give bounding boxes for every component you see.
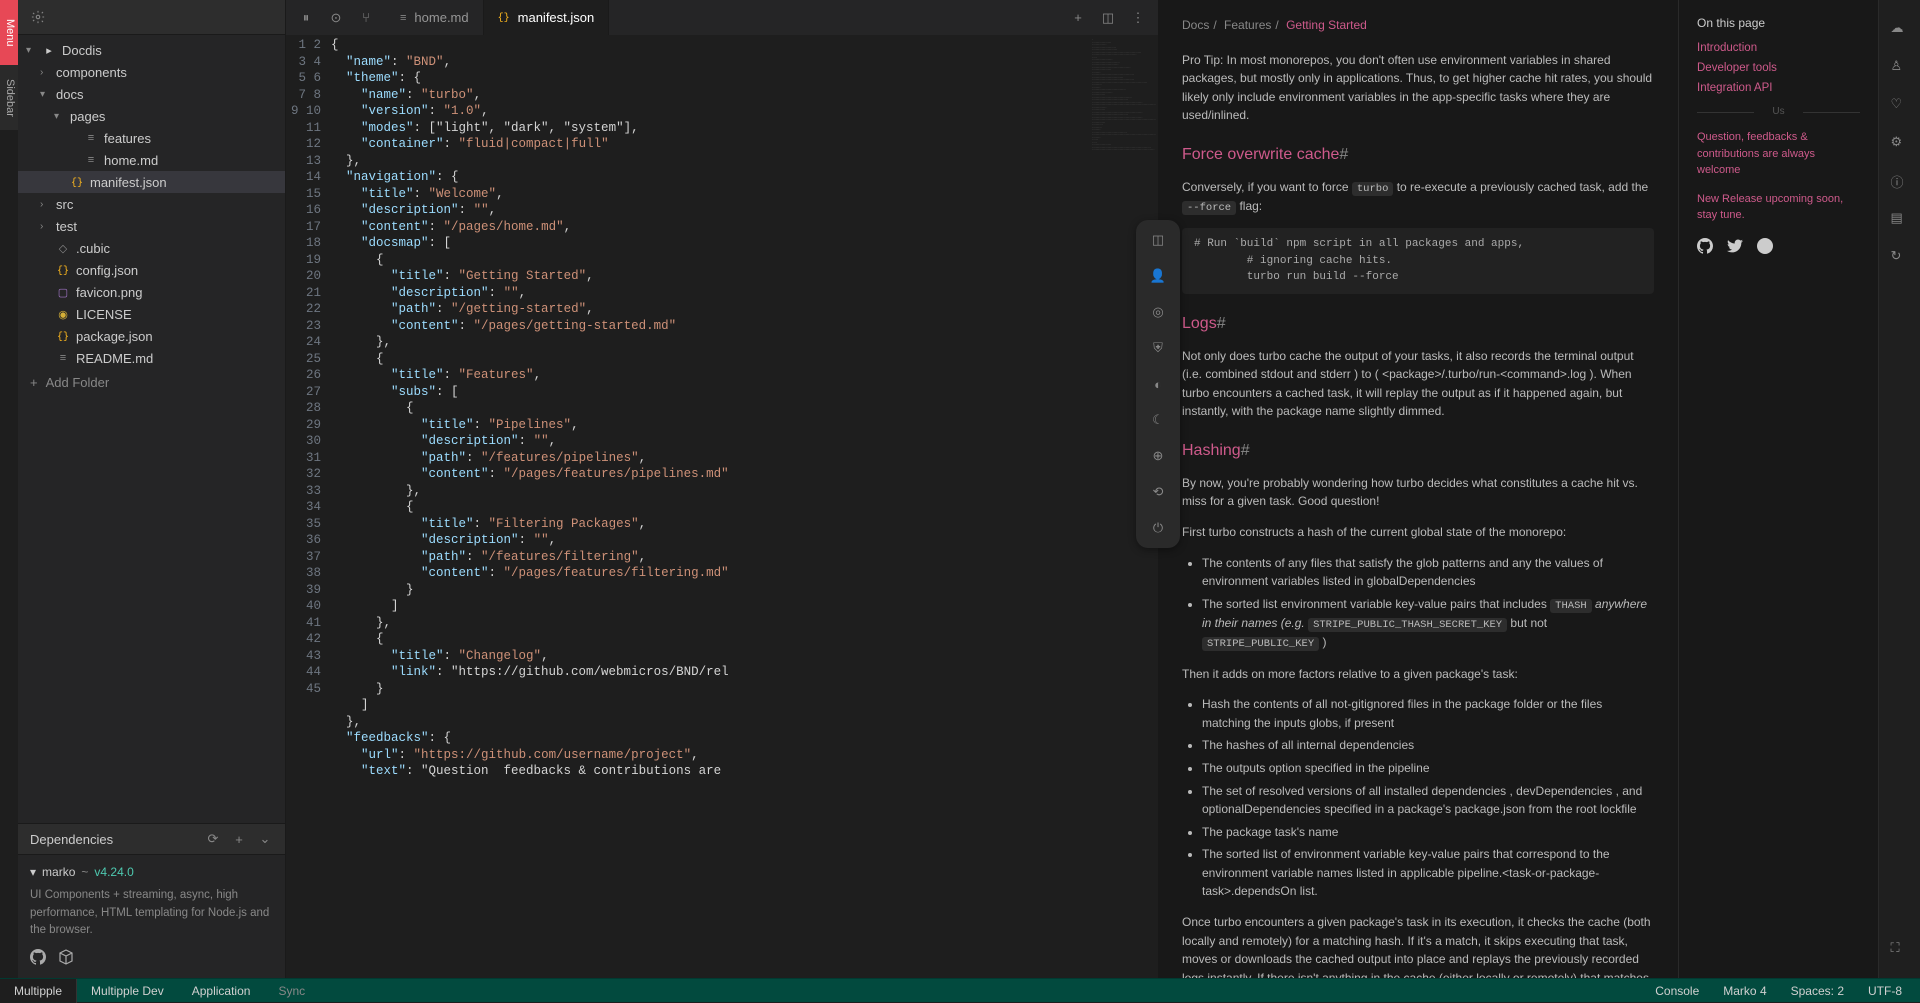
table-of-contents: On this page Introduction Developer tool… (1678, 0, 1878, 978)
protip-text: Pro Tip: In most monorepos, you don't of… (1182, 51, 1654, 125)
code-sample: # Run `build` npm script in all packages… (1182, 228, 1654, 294)
cloud-icon[interactable]: ☁ (1891, 20, 1909, 38)
tree-readme[interactable]: README.md (18, 347, 285, 369)
power-icon[interactable]: ⏻ (1148, 518, 1168, 538)
settings-icon[interactable]: ⚙ (1891, 134, 1909, 152)
tree-license[interactable]: LICENSE (18, 303, 285, 325)
github-icon[interactable] (30, 949, 46, 968)
palette-icon[interactable]: ◐ (1148, 374, 1168, 394)
info-icon[interactable]: ⓘ (1891, 172, 1909, 190)
toc-devtools[interactable]: Developer tools (1697, 62, 1860, 74)
tree-manifest[interactable]: manifest.json (18, 171, 285, 193)
tab-home[interactable]: home.md (386, 0, 484, 35)
heading-hashing: Hashing# (1182, 439, 1654, 464)
more-icon[interactable]: ⋮ (1130, 10, 1146, 26)
bell-icon[interactable]: ♡ (1891, 96, 1909, 114)
toc-intro[interactable]: Introduction (1697, 42, 1860, 54)
tree-src[interactable]: ›src (18, 193, 285, 215)
profile-icon[interactable]: ♙ (1891, 58, 1909, 76)
split-icon[interactable]: ◫ (1100, 10, 1116, 26)
tree-features[interactable]: features (18, 127, 285, 149)
heading-logs: Logs# (1182, 312, 1654, 337)
twitter-icon[interactable] (1727, 238, 1743, 257)
tree-docs[interactable]: ▾docs (18, 83, 285, 105)
branch-icon[interactable]: ⑂ (358, 10, 374, 26)
moon-icon[interactable]: ☾ (1148, 410, 1168, 430)
heading-force: Force overwrite cache# (1182, 143, 1654, 168)
gear-icon[interactable] (30, 9, 46, 25)
tree-favicon[interactable]: favicon.png (18, 281, 285, 303)
globe-icon[interactable]: ⊕ (1148, 446, 1168, 466)
deps-title: Dependencies (30, 832, 113, 847)
tree-package[interactable]: package.json (18, 325, 285, 347)
commit-icon[interactable]: ⊙ (328, 10, 344, 26)
sb-spaces[interactable]: Spaces: 2 (1791, 984, 1844, 998)
tree-pages[interactable]: ▾pages (18, 105, 285, 127)
tab-manifest[interactable]: manifest.json (484, 0, 610, 35)
sb-marko[interactable]: Marko 4 (1723, 984, 1766, 998)
toc-intapi[interactable]: Integration API (1697, 82, 1860, 94)
refresh-icon[interactable]: ⟳ (205, 831, 221, 847)
clipboard-icon[interactable]: ▤ (1891, 210, 1909, 228)
sb-dev[interactable]: Multipple Dev (77, 979, 178, 1003)
tree-home-md[interactable]: home.md (18, 149, 285, 171)
expand-icon[interactable]: ⛶ (1891, 940, 1909, 958)
sb-app[interactable]: Application (178, 979, 265, 1003)
dependency-item[interactable]: ▾ marko ~ v4.24.0 (30, 865, 273, 879)
right-rail: ☁ ♙ ♡ ⚙ ⓘ ▤ ↻ ⛶ (1878, 0, 1920, 978)
tree-cubic[interactable]: .cubic (18, 237, 285, 259)
tree-root[interactable]: ▾▸Docdis (18, 39, 285, 61)
statusbar: Multipple Multipple Dev Application Sync… (0, 978, 1920, 1002)
target-icon[interactable]: ◎ (1148, 302, 1168, 322)
add-folder-button[interactable]: +Add Folder (18, 369, 285, 400)
dep-description: UI Components + streaming, async, high p… (30, 887, 273, 939)
sb-sync[interactable]: Sync (264, 979, 319, 1003)
plus-icon[interactable]: + (231, 831, 247, 847)
history-icon[interactable]: ↻ (1891, 248, 1909, 266)
preview-pane: Docs/ Features/ Getting Started Pro Tip:… (1158, 0, 1678, 978)
code-editor[interactable]: { "name": "BND", "theme": { "name": "tur… (331, 35, 1088, 978)
tree-test[interactable]: ›test (18, 215, 285, 237)
panel-icon[interactable]: ◫ (1148, 230, 1168, 250)
tree-components[interactable]: ›components (18, 61, 285, 83)
left-tab-menu[interactable]: Menu (0, 0, 18, 65)
shield-icon[interactable]: ⛨ (1148, 338, 1168, 358)
user-icon[interactable]: 👤 (1148, 266, 1168, 286)
chevron-down-icon[interactable]: ⌄ (257, 831, 273, 847)
sync-icon[interactable]: ⟲ (1148, 482, 1168, 502)
sb-multipple[interactable]: Multipple (0, 979, 77, 1003)
new-tab-icon[interactable]: + (1070, 10, 1086, 26)
github-icon[interactable] (1697, 238, 1713, 257)
project-name: Docdis (62, 43, 102, 58)
floating-toolbar: ◫ 👤 ◎ ⛨ ◐ ☾ ⊕ ⟲ ⏻ (1136, 220, 1180, 548)
line-gutter: 1 2 3 4 5 6 7 8 9 10 11 12 13 14 15 16 1… (286, 35, 331, 978)
breadcrumb: Docs/ Features/ Getting Started (1182, 16, 1654, 35)
left-tab-sidebar[interactable]: Sidebar (0, 65, 18, 130)
file-explorer: ▾▸Docdis ›components ▾docs ▾pages featur… (18, 0, 286, 978)
sb-console[interactable]: Console (1655, 984, 1699, 998)
sb-utf[interactable]: UTF-8 (1868, 984, 1902, 998)
pause-icon[interactable]: ⏸ (298, 10, 314, 26)
tree-config[interactable]: config.json (18, 259, 285, 281)
reddit-icon[interactable] (1757, 238, 1773, 257)
package-icon[interactable] (58, 949, 74, 968)
